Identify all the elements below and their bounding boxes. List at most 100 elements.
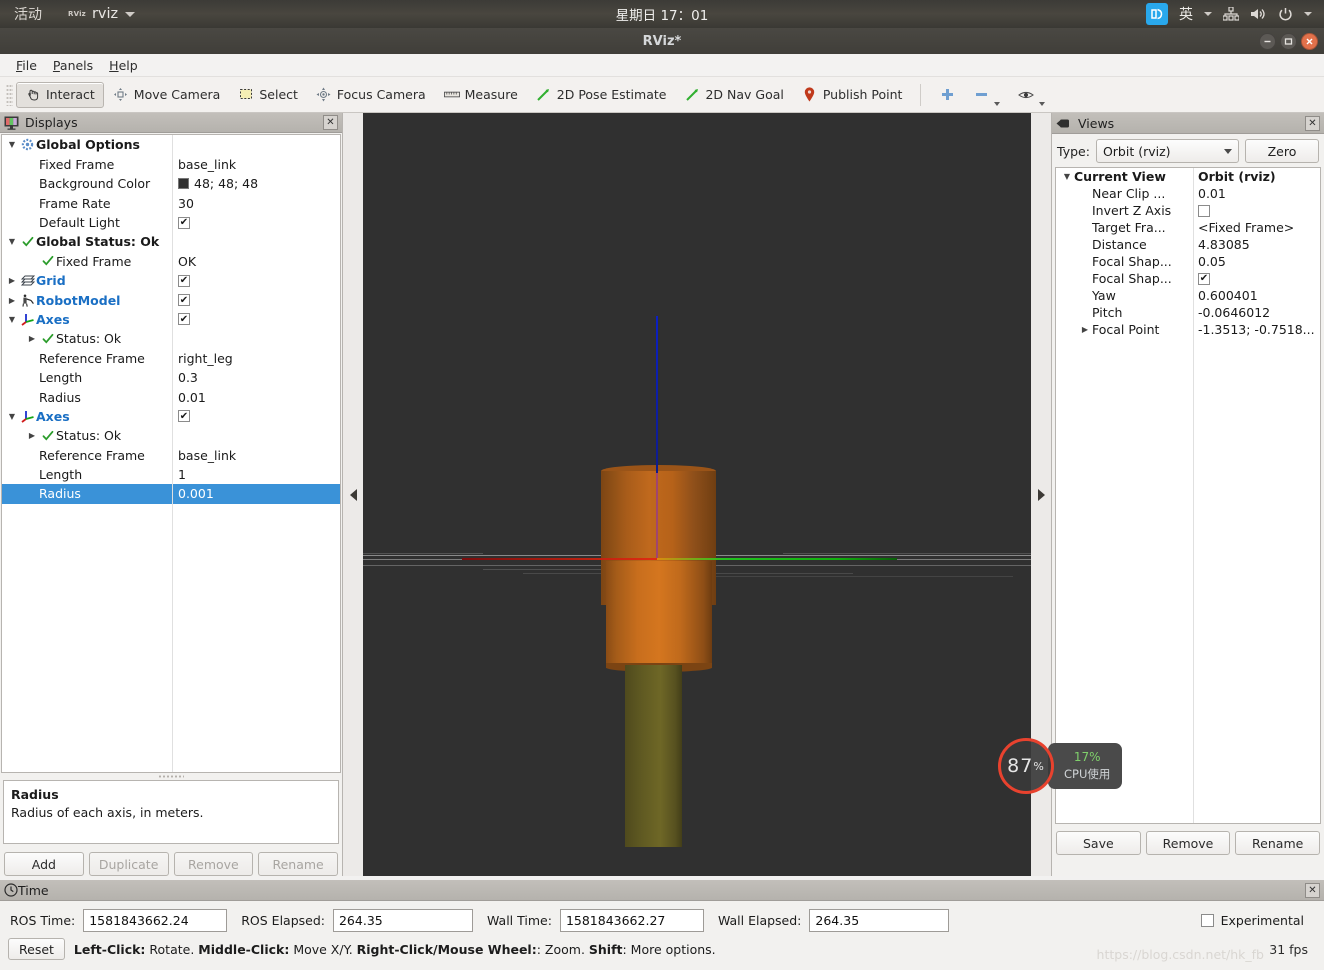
tool-interact[interactable]: Interact <box>16 81 104 108</box>
close-icon[interactable]: ✕ <box>1305 115 1320 131</box>
menu-file[interactable]: File <box>8 56 45 75</box>
twisty-collapsed-icon[interactable]: ▶ <box>5 296 19 305</box>
views-property-checkbox[interactable]: ✔ <box>1198 272 1210 285</box>
twisty-expanded-icon[interactable]: ▼ <box>5 412 19 421</box>
tool-focus-camera[interactable]: Focus Camera <box>307 82 435 108</box>
property-value-cell[interactable]: ✔ <box>172 309 340 330</box>
twisty-expanded-icon[interactable]: ▼ <box>1060 172 1074 181</box>
property-value-cell[interactable]: base_link <box>172 445 340 465</box>
displays-row-robotmodel[interactable]: ▶ RobotModel ✔ <box>2 290 340 310</box>
property-checkbox[interactable]: ✔ <box>178 274 190 287</box>
chevron-down-icon[interactable] <box>994 101 1001 106</box>
views-property-value-cell[interactable]: 0.01 <box>1193 185 1320 202</box>
app-menu-name[interactable]: rviz <box>92 6 118 22</box>
chevron-down-icon[interactable] <box>125 11 136 17</box>
experimental-toggle[interactable]: Experimental <box>1200 913 1304 928</box>
twisty-expanded-icon[interactable]: ▼ <box>5 237 19 246</box>
chevron-down-icon[interactable] <box>1039 101 1046 106</box>
views-row-focal-shap[interactable]: Focal Shap... ✔ <box>1056 270 1320 287</box>
displays-row-axes[interactable]: ▼ Axes ✔ <box>2 406 340 427</box>
property-value-cell[interactable]: right_leg <box>172 348 340 368</box>
tool-select[interactable]: Select <box>229 82 307 108</box>
panel-splitter[interactable] <box>0 773 342 780</box>
views-row-invert-z-axis[interactable]: Invert Z Axis <box>1056 202 1320 219</box>
views-property-value-cell[interactable]: 0.05 <box>1193 253 1320 270</box>
views-row-near-clip[interactable]: Near Clip ... 0.01 <box>1056 185 1320 202</box>
views-property-value-cell[interactable]: 0.600401 <box>1193 287 1320 304</box>
activities-button[interactable]: 活动 <box>14 4 42 24</box>
property-checkbox[interactable]: ✔ <box>178 294 190 307</box>
displays-row-frame-rate[interactable]: Frame Rate 30 <box>2 193 340 213</box>
views-row-pitch[interactable]: Pitch -0.0646012 <box>1056 304 1320 321</box>
views-property-value-cell[interactable]: ✔ <box>1193 270 1320 287</box>
wall-elapsed-input[interactable]: 264.35 <box>809 909 950 932</box>
property-value-cell[interactable]: ✔ <box>172 406 340 427</box>
displays-row-background-color[interactable]: Background Color 48; 48; 48 <box>2 174 340 194</box>
close-icon[interactable]: ✕ <box>323 115 338 131</box>
views-property-value-cell[interactable]: 4.83085 <box>1193 236 1320 253</box>
tool-publish-point[interactable]: Publish Point <box>793 82 912 108</box>
displays-row-global-options[interactable]: ▼ Global Options <box>2 135 340 155</box>
power-icon[interactable] <box>1278 7 1293 22</box>
property-value-cell[interactable]: ✔ <box>172 271 340 291</box>
twisty-expanded-icon[interactable]: ▼ <box>5 140 19 149</box>
3d-render-view[interactable] <box>363 113 1031 876</box>
tool-2d-nav-goal[interactable]: 2D Nav Goal <box>675 82 792 108</box>
ros-elapsed-input[interactable]: 264.35 <box>332 909 473 932</box>
displays-property-tree[interactable]: ▼ Global Options Fixed Frame base_link Backg… <box>1 134 341 774</box>
ime-language-label[interactable]: 英 <box>1179 4 1193 24</box>
property-value-cell[interactable]: OK <box>172 251 340 271</box>
tool-measure[interactable]: Measure <box>435 82 527 108</box>
views-row-focal-shap[interactable]: Focal Shap... 0.05 <box>1056 253 1320 270</box>
displays-row-radius[interactable]: Radius 0.01 <box>2 387 340 407</box>
property-checkbox[interactable]: ✔ <box>178 410 190 423</box>
property-value-cell[interactable]: 48; 48; 48 <box>172 174 340 194</box>
experimental-checkbox[interactable] <box>1200 914 1214 927</box>
property-value-cell[interactable] <box>172 232 340 252</box>
displays-row-length[interactable]: Length 0.3 <box>2 367 340 388</box>
ime-indicator-icon[interactable] <box>1146 3 1168 25</box>
window-title-bar[interactable]: RViz* <box>0 28 1324 54</box>
reset-button[interactable]: Reset <box>8 938 65 960</box>
displays-row-grid[interactable]: ▶ Grid ✔ <box>2 271 340 291</box>
displays-row-reference-frame[interactable]: Reference Frame base_link <box>2 445 340 465</box>
chevron-down-icon[interactable] <box>1304 12 1312 16</box>
displays-row-length[interactable]: Length 1 <box>2 464 340 485</box>
displays-row-radius[interactable]: Radius 0.001 <box>2 484 340 504</box>
property-value-cell[interactable]: ✔ <box>172 290 340 310</box>
property-checkbox[interactable]: ✔ <box>178 216 190 229</box>
menu-help[interactable]: Help <box>101 56 146 75</box>
tool-visibility-button[interactable] <box>1009 82 1054 108</box>
views-property-value-cell[interactable]: <Fixed Frame> <box>1193 219 1320 236</box>
chevron-down-icon[interactable] <box>1204 12 1212 16</box>
displays-row-status-ok[interactable]: ▶ Status: Ok <box>2 329 340 349</box>
tool-move-camera[interactable]: Move Camera <box>104 82 230 108</box>
ros-time-input[interactable]: 1581843662.24 <box>83 909 228 932</box>
property-value-cell[interactable]: ✔ <box>172 212 340 233</box>
views-row-focal-point[interactable]: ▶ Focal Point -1.3513; -0.7518... <box>1056 321 1320 338</box>
views-row-distance[interactable]: Distance 4.83085 <box>1056 236 1320 253</box>
property-value-cell[interactable]: 0.3 <box>172 367 340 388</box>
rename-view-button[interactable]: Rename <box>1235 831 1321 855</box>
views-property-value-cell[interactable]: -1.3513; -0.7518... <box>1193 321 1320 338</box>
property-value-cell[interactable] <box>172 135 340 155</box>
toolbar-grip[interactable] <box>6 83 13 106</box>
property-value-cell[interactable]: 0.001 <box>172 484 340 504</box>
displays-row-reference-frame[interactable]: Reference Frame right_leg <box>2 348 340 368</box>
twisty-collapsed-icon[interactable]: ▶ <box>25 334 39 343</box>
save-button[interactable]: Save <box>1056 831 1141 855</box>
property-value-cell[interactable] <box>172 329 340 349</box>
views-row-yaw[interactable]: Yaw 0.600401 <box>1056 287 1320 304</box>
displays-row-status-ok[interactable]: ▶ Status: Ok <box>2 426 340 446</box>
remove-view-button[interactable]: Remove <box>1145 831 1231 855</box>
twisty-collapsed-icon[interactable]: ▶ <box>5 276 19 285</box>
twisty-collapsed-icon[interactable]: ▶ <box>1078 325 1092 334</box>
views-row-current-view[interactable]: ▼ Current View Orbit (rviz) <box>1056 168 1320 185</box>
twisty-collapsed-icon[interactable]: ▶ <box>25 431 39 440</box>
wall-time-input[interactable]: 1581843662.27 <box>559 909 704 932</box>
property-value-cell[interactable]: 30 <box>172 193 340 213</box>
property-checkbox[interactable]: ✔ <box>178 313 190 326</box>
network-icon[interactable] <box>1223 7 1239 21</box>
views-property-tree[interactable]: ▼ Current View Orbit (rviz) Near Clip ... 0.… <box>1055 167 1321 824</box>
property-value-cell[interactable] <box>172 426 340 446</box>
